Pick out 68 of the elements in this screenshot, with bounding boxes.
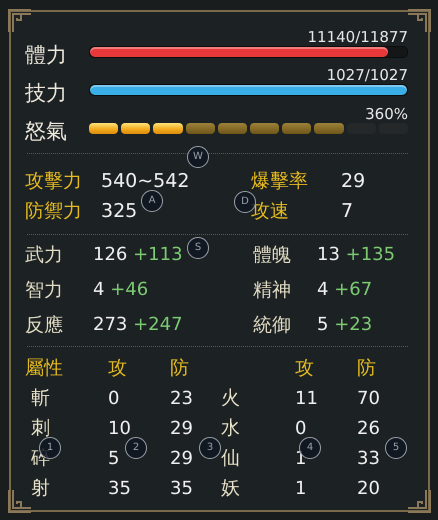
table-cell: 0 [108,388,120,408]
table-cell: 29 [170,448,193,468]
table-cell: 20 [357,478,380,498]
gauge-value: 11140/11877 [308,28,408,46]
marker-badge: 2 [125,437,147,459]
gauge-label: 技力 [25,80,68,107]
attribute-label: 體魄 [253,242,291,268]
stat-value: 7 [341,200,354,222]
attribute-value: 13 [317,244,340,265]
corner-ornament-icon [7,488,33,514]
marker-badge: 5 [385,437,407,459]
attribute-label: 統御 [253,312,291,338]
attribute-bonus: +135 [346,244,396,265]
marker-badge: A [141,190,163,212]
stat-label: 防禦力 [25,199,82,224]
element-name: 水 [220,416,240,441]
element-name: 仙 [220,446,240,471]
table-cell: 29 [170,418,193,438]
attribute-value: 4 [93,279,104,300]
gauge-value: 360% [365,104,408,122]
marker-badge: W [187,146,209,168]
marker-badge: S [187,237,209,259]
attribute-bonus: +247 [133,314,183,335]
column-header: 防 [357,356,376,381]
table-cell: 70 [357,388,380,408]
corner-ornament-icon [406,8,432,34]
stat-value: 540~542 [101,170,190,192]
attribute-value: 5 [317,314,328,335]
column-header: 防 [170,356,189,381]
column-header: 攻 [295,356,314,381]
attribute-label: 武力 [25,242,63,268]
gauge-value: 1027/1027 [326,66,408,84]
column-header: 攻 [108,356,127,381]
attribute-value: 126 [93,244,128,265]
attribute-label: 智力 [25,278,63,302]
column-header: 屬性 [25,356,63,381]
stat-label: 爆擊率 [251,169,308,194]
table-cell: 10 [108,418,131,438]
corner-ornament-icon [7,8,33,34]
table-cell: 5 [108,448,120,468]
table-cell: 35 [108,478,131,498]
element-name: 射 [30,476,50,501]
corner-ornament-icon [406,488,432,514]
stat-value: 29 [341,170,366,192]
attribute-value: 4 [317,279,328,300]
marker-badge: 3 [199,437,221,459]
element-name: 妖 [220,476,240,501]
attribute-label: 精神 [253,278,291,302]
attribute-bonus: +23 [334,314,372,335]
attribute-bonus: +46 [110,279,148,300]
table-cell: 26 [357,418,380,438]
attribute-value: 273 [93,314,128,335]
table-cell: 35 [170,478,193,498]
marker-badge: D [234,191,256,213]
table-cell: 1 [295,478,306,498]
element-name: 斬 [30,386,50,411]
element-name: 火 [220,386,240,411]
attribute-bonus: +67 [334,279,372,300]
table-cell: 0 [295,418,306,438]
gauge-label: 怒氣 [25,118,68,145]
gauge-label: 體力 [25,42,68,69]
stat-label: 攻擊力 [25,169,82,194]
attribute-bonus: +113 [133,244,183,265]
stat-value: 325 [101,200,138,222]
attribute-label: 反應 [25,312,63,338]
table-cell: 33 [357,448,380,468]
table-cell: 11 [295,388,318,408]
table-cell: 23 [170,388,193,408]
